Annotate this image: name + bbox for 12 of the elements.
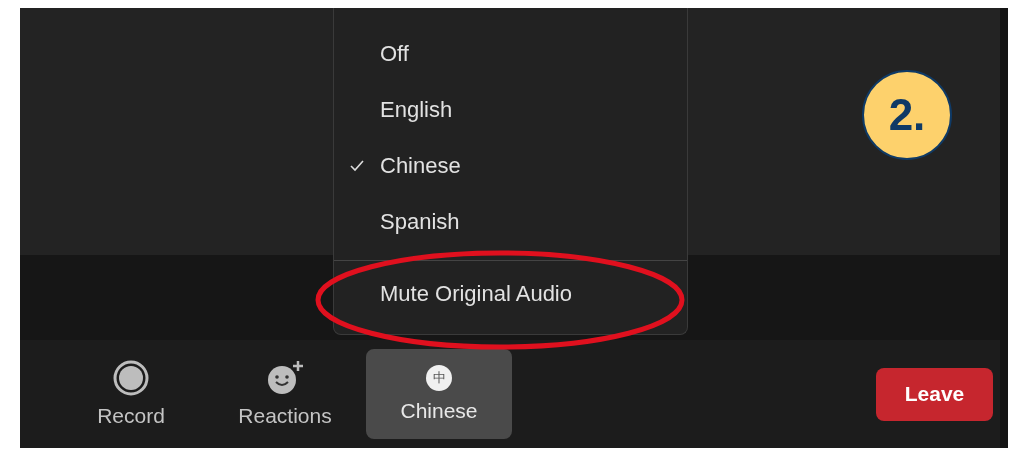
toolbar-button[interactable]: Record xyxy=(58,349,204,439)
language-icon: 中 xyxy=(426,365,452,391)
menu-item[interactable]: Spanish xyxy=(334,194,687,250)
step-badge: 2. xyxy=(862,70,952,160)
smiley-icon xyxy=(265,360,305,396)
leave-button[interactable]: Leave xyxy=(876,367,993,421)
toolbar-button[interactable]: Reactions xyxy=(212,349,358,439)
toolbar-button[interactable]: 中 Chinese xyxy=(366,349,512,439)
record-icon xyxy=(113,360,149,396)
menu-item[interactable]: Chinese xyxy=(334,138,687,194)
menu-item[interactable]: Off xyxy=(334,26,687,82)
menu-item[interactable]: English xyxy=(334,82,687,138)
